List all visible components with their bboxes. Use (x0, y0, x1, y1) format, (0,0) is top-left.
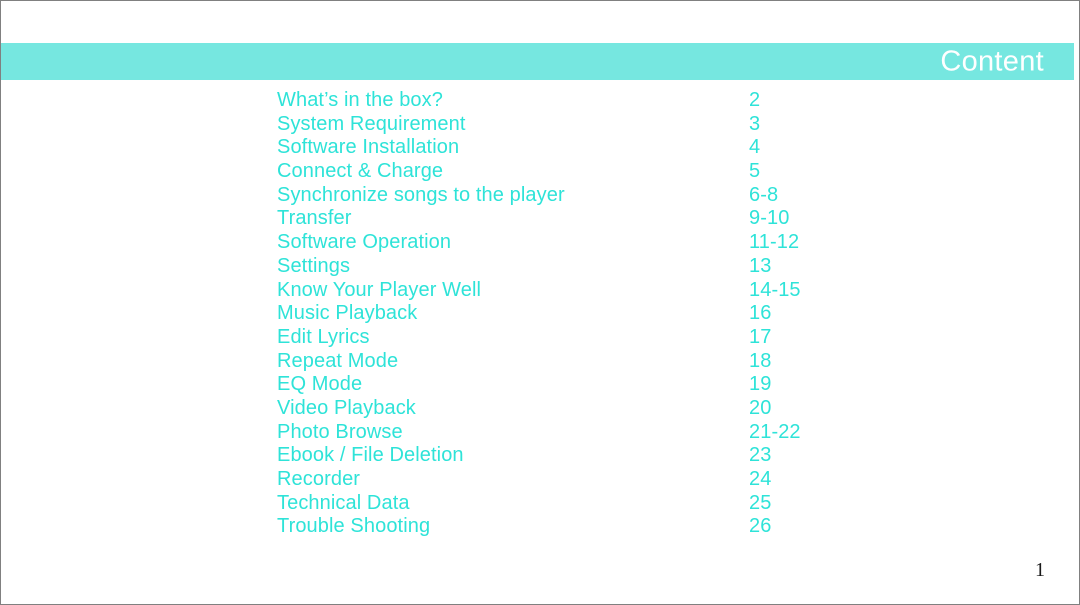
toc-entry-page-number: 16 (749, 302, 772, 325)
toc-entry[interactable]: EQ Mode 19 (277, 373, 1017, 397)
toc-entry-label: Repeat Mode (277, 349, 399, 372)
toc-entry[interactable]: Repeat Mode 18 (277, 350, 1017, 374)
toc-entry[interactable]: System Requirement 3 (277, 113, 1017, 137)
toc-entry-label: What’s in the box? (277, 89, 443, 111)
toc-entry-label: Music Playback (277, 302, 418, 325)
toc-entry-page-number: 24 (749, 468, 772, 490)
toc-entry-page-number: 3 (749, 112, 761, 135)
document-page: Content What’s in the box? 2 System Requir… (0, 0, 1080, 605)
toc-entry-label: Connect & Charge (277, 160, 444, 183)
toc-entry[interactable]: Photo Browse 21-22 (277, 421, 1017, 445)
toc-entry-page-number: 11-12 (749, 231, 800, 254)
toc-entry-label: Video Playback (277, 396, 416, 419)
toc-entry-label: EQ Mode (277, 373, 363, 396)
toc-entry[interactable]: Transfer 9-10 (277, 207, 1017, 231)
toc-entry[interactable]: Technical Data 25 (277, 492, 1017, 516)
toc-entry-page-number: 14-15 (749, 278, 801, 301)
toc-entry[interactable]: Software Operation 11-12 (277, 231, 1017, 255)
toc-entry-page-number: 9-10 (749, 207, 790, 230)
toc-entry-page-number: 23 (749, 444, 772, 467)
toc-entry[interactable]: Software Installation 4 (277, 136, 1017, 160)
toc-entry[interactable]: Video Playback 20 (277, 397, 1017, 421)
toc-entry-page-number: 13 (749, 254, 772, 277)
toc-entry-label: System Requirement (277, 112, 466, 135)
toc-entry[interactable]: Ebook / File Deletion 23 (277, 444, 1017, 468)
toc-entry-label: Technical Data (277, 491, 410, 514)
toc-entry-page-number: 18 (749, 349, 772, 372)
toc-entry-label: Know Your Player Well (277, 278, 482, 301)
toc-entry[interactable]: Settings 13 (277, 255, 1017, 279)
toc-entry-page-number: 2 (749, 89, 761, 111)
toc-entry-page-number: 26 (749, 515, 772, 538)
toc-entry[interactable]: Connect & Charge 5 (277, 160, 1017, 184)
toc-entry-label: Software Installation (277, 136, 460, 159)
toc-entry-label: Synchronize songs to the player (277, 183, 565, 206)
toc-entry[interactable]: Know Your Player Well 14-15 (277, 279, 1017, 303)
toc-entry-label: Transfer (277, 207, 352, 230)
table-of-contents: What’s in the box? 2 System Requirement 3 So… (277, 89, 1017, 539)
toc-entry-page-number: 20 (749, 396, 772, 419)
toc-entry[interactable]: Music Playback 16 (277, 302, 1017, 326)
toc-entry-label: Recorder (277, 468, 361, 490)
toc-entry-page-number: 25 (749, 491, 772, 514)
header-band: Content (1, 43, 1074, 80)
toc-entry-label: Software Operation (277, 231, 452, 254)
toc-entry-page-number: 17 (749, 325, 772, 348)
toc-entry[interactable]: Synchronize songs to the player 6-8 (277, 184, 1017, 208)
toc-entry-label: Photo Browse (277, 420, 403, 443)
toc-entry-page-number: 6-8 (749, 183, 779, 206)
toc-entry-label: Trouble Shooting (277, 515, 431, 538)
toc-entry-page-number: 19 (749, 373, 772, 396)
toc-entry-page-number: 4 (749, 136, 761, 159)
toc-entry[interactable]: Edit Lyrics 17 (277, 326, 1017, 350)
toc-entry[interactable]: What’s in the box? 2 (277, 89, 1017, 113)
toc-entry-page-number: 21-22 (749, 420, 801, 443)
footer-page-number: 1 (1035, 559, 1045, 581)
page-title: Content (940, 45, 1044, 77)
toc-entry-label: Ebook / File Deletion (277, 444, 464, 467)
toc-entry[interactable]: Trouble Shooting 26 (277, 515, 1017, 539)
toc-entry-label: Edit Lyrics (277, 325, 370, 348)
toc-entry-label: Settings (277, 254, 351, 277)
toc-entry-page-number: 5 (749, 160, 761, 183)
toc-entry[interactable]: Recorder 24 (277, 468, 1017, 492)
